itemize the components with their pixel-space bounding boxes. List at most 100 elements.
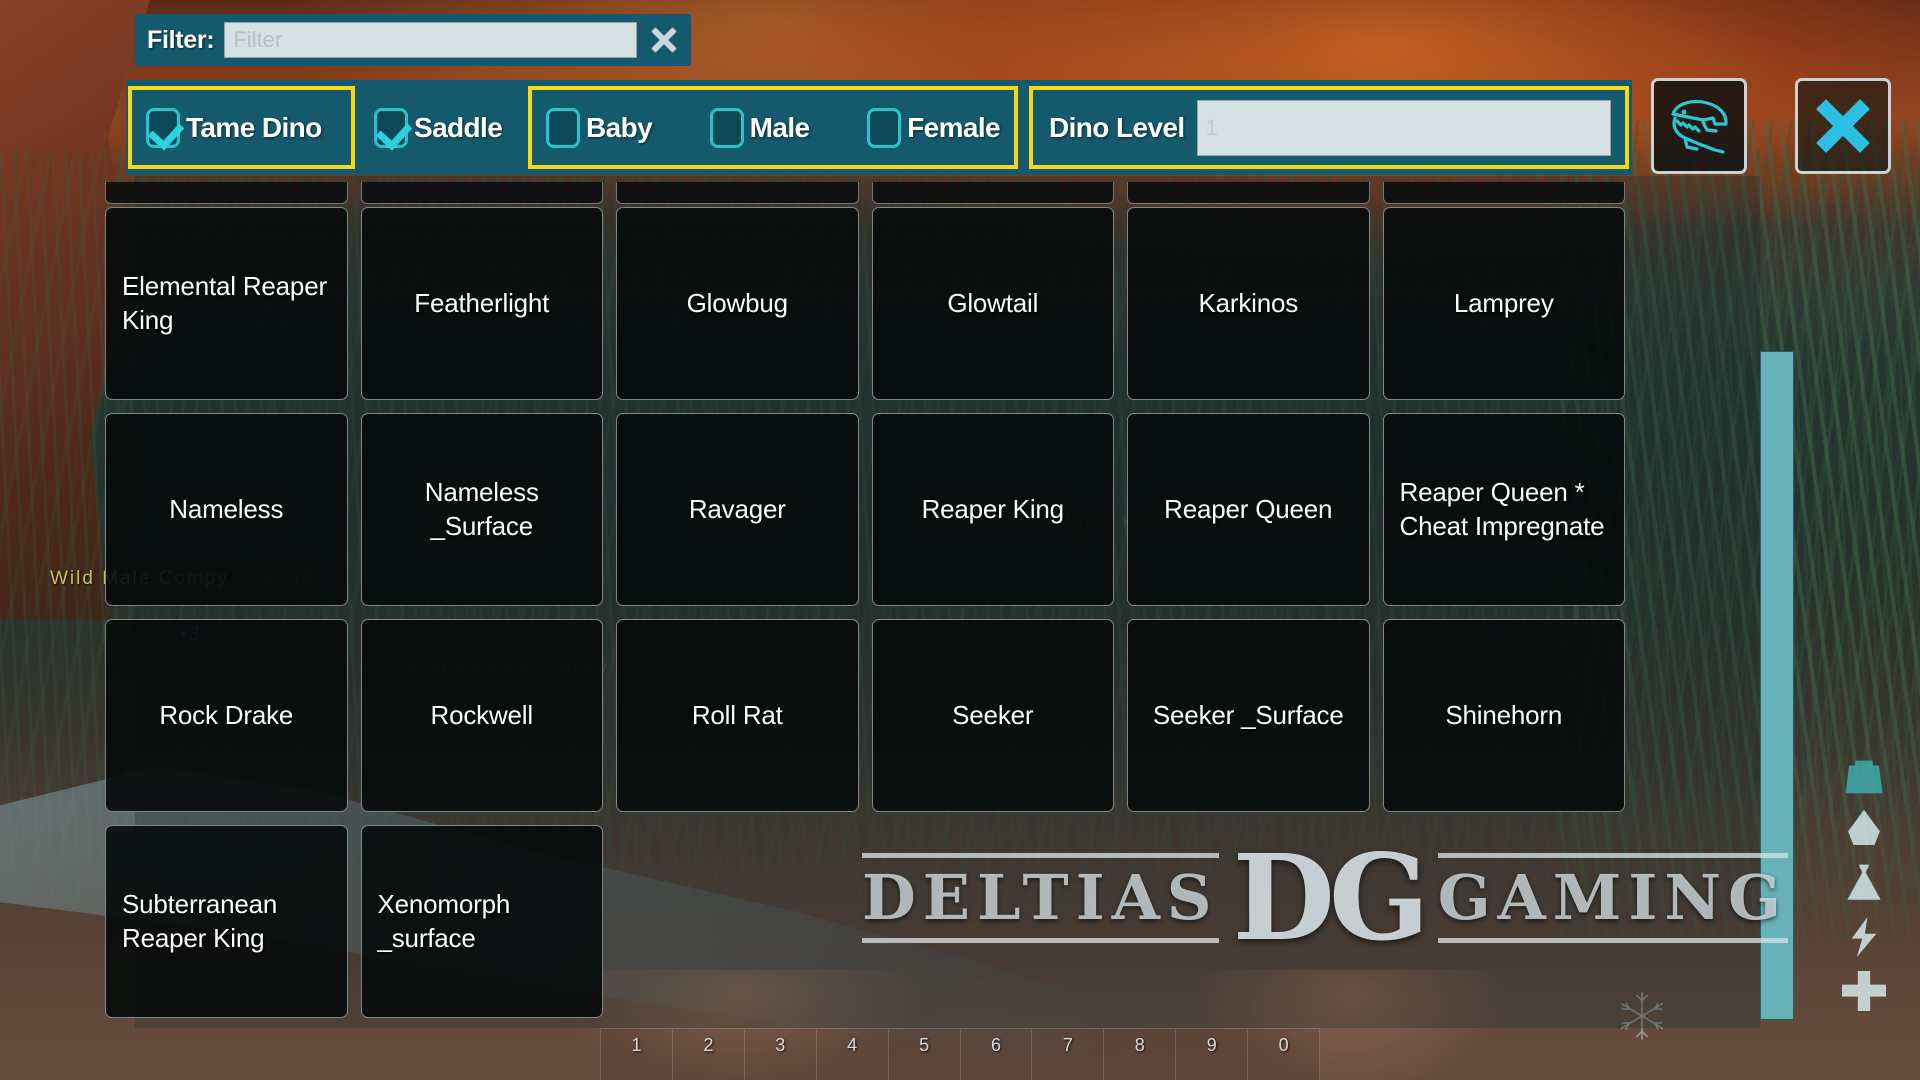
backpack-weight-icon — [1845, 760, 1883, 794]
gender-age-group[interactable]: Baby Male Female — [528, 86, 1018, 169]
hotbar: 1 2 3 4 5 6 7 8 9 0 — [600, 1028, 1321, 1080]
dino-cell[interactable]: Elemental Reaper King — [105, 207, 348, 400]
checkbox-male[interactable]: Male — [709, 107, 810, 148]
dino-cell[interactable]: Subterranean Reaper King — [105, 825, 348, 1018]
hotbar-slot-number: 3 — [775, 1035, 786, 1055]
hotbar-slot-number: 2 — [703, 1035, 714, 1055]
dino-cell[interactable]: Nameless — [105, 413, 348, 606]
dino-grid: Elemental Reaper King Featherlight Glowbug… — [105, 207, 1625, 1018]
food-sack-icon — [1847, 864, 1881, 900]
checkbox-female-box[interactable] — [867, 107, 902, 148]
dino-cell-label: Seeker _Surface — [1152, 699, 1344, 730]
dino-cell-label: Reaper King — [921, 493, 1065, 524]
dino-cell-label: Shinehorn — [1445, 699, 1563, 730]
game-screen: Wild Male Compy Lvl 45 +3 Wild Female Co… — [0, 0, 1920, 1080]
water-drop-icon — [1848, 809, 1880, 845]
scrollbar-thumb[interactable] — [1760, 351, 1794, 1020]
dino-cell-label: Featherlight — [414, 287, 550, 318]
dino-cell-clipped[interactable] — [1382, 182, 1625, 204]
dino-cell-label: Elemental Reaper King — [122, 270, 327, 335]
dino-cell[interactable]: Glowbug — [616, 207, 859, 400]
dino-cell[interactable]: Rockwell — [360, 619, 603, 812]
checkbox-baby[interactable]: Baby — [546, 107, 653, 148]
dino-cell-label: Reaper Queen — [1164, 493, 1333, 524]
dino-cell-label: Nameless — [169, 493, 284, 524]
hotbar-slot[interactable]: 6 — [959, 1028, 1032, 1080]
close-x-icon — [1812, 95, 1874, 157]
dino-cell[interactable]: Reaper Queen * Cheat Impregnate — [1382, 413, 1625, 606]
dino-cell[interactable]: Glowtail — [871, 207, 1114, 400]
dino-level-input[interactable] — [1196, 99, 1611, 156]
hotbar-slot[interactable]: 9 — [1175, 1028, 1248, 1080]
dino-cell-clipped[interactable] — [105, 182, 348, 204]
dino-level-label: Dino Level — [1049, 111, 1185, 143]
checkbox-saddle-label: Saddle — [414, 111, 503, 143]
dino-cell-label: Glowtail — [947, 287, 1039, 318]
checkbox-female-label: Female — [907, 111, 1001, 143]
checkbox-tame-dino[interactable]: Tame Dino — [146, 107, 322, 148]
checkbox-tame-dino-box[interactable] — [146, 107, 180, 148]
dino-cell-label: Glowbug — [686, 287, 788, 318]
hotbar-slot-number: 5 — [919, 1035, 930, 1055]
dino-cell[interactable]: Seeker — [871, 619, 1114, 812]
hotbar-slot[interactable]: 0 — [1247, 1028, 1321, 1080]
hotbar-slot-number: 6 — [990, 1035, 1001, 1055]
hotbar-slot[interactable]: 1 — [600, 1028, 672, 1080]
hotbar-slot[interactable]: 4 — [815, 1028, 888, 1080]
hotbar-slot-number: 1 — [631, 1035, 642, 1055]
dino-cell[interactable]: Ravager — [616, 413, 859, 606]
saddle-group[interactable]: Saddle — [374, 86, 539, 169]
dino-cell[interactable]: Nameless _Surface — [360, 413, 603, 606]
dino-cell[interactable]: Karkinos — [1127, 207, 1370, 400]
stamina-bolt-icon — [1851, 917, 1877, 957]
checkbox-saddle-box[interactable] — [374, 107, 408, 148]
dino-cell[interactable]: Reaper King — [871, 413, 1114, 606]
checkbox-tame-dino-label: Tame Dino — [186, 111, 322, 143]
dino-cell-label: Subterranean Reaper King — [122, 888, 278, 953]
hotbar-slot[interactable]: 8 — [1103, 1028, 1176, 1080]
hotbar-slot-number: 4 — [847, 1035, 858, 1055]
dino-grid-clipped-row — [105, 182, 1625, 204]
hotbar-slot[interactable]: 2 — [671, 1028, 744, 1080]
dino-cell[interactable]: Xenomorph _surface — [360, 825, 603, 1018]
dino-cell[interactable]: Rock Drake — [105, 619, 348, 812]
hotbar-slot-number: 0 — [1278, 1035, 1289, 1055]
checkbox-baby-box[interactable] — [546, 107, 580, 148]
checkbox-saddle[interactable]: Saddle — [374, 107, 503, 148]
dino-cell[interactable]: Reaper Queen — [1127, 413, 1370, 606]
tame-dino-group[interactable]: Tame Dino — [128, 86, 355, 169]
dino-cell-clipped[interactable] — [871, 182, 1114, 204]
dino-cell[interactable]: Shinehorn — [1382, 619, 1625, 812]
hotbar-slot[interactable]: 3 — [743, 1028, 816, 1080]
dino-cell-label: Rockwell — [430, 699, 534, 730]
search-input[interactable] — [224, 22, 637, 58]
hotbar-slot[interactable]: 7 — [1031, 1028, 1104, 1080]
dino-cell-label: Rock Drake — [159, 699, 294, 730]
dino-cell-label: Nameless _Surface — [424, 476, 539, 541]
hotbar-slot[interactable]: 5 — [887, 1028, 960, 1080]
dino-cell[interactable]: Roll Rat — [616, 619, 859, 812]
filter-label: Filter: — [147, 25, 215, 54]
checkbox-female[interactable]: Female — [867, 107, 1001, 148]
dino-cell[interactable]: Featherlight — [360, 207, 603, 400]
clear-filter-icon[interactable] — [647, 23, 681, 57]
dino-cell-clipped[interactable] — [360, 182, 603, 204]
dino-cell-label: Reaper Queen * Cheat Impregnate — [1399, 476, 1605, 541]
checkbox-male-label: Male — [749, 111, 810, 143]
dino-cell-clipped[interactable] — [1127, 182, 1370, 204]
dino-cell-label: Karkinos — [1198, 287, 1299, 318]
hotbar-slot-number: 8 — [1134, 1035, 1145, 1055]
hotbar-slot-number: 9 — [1206, 1035, 1217, 1055]
dino-cell-label: Ravager — [688, 493, 786, 524]
dino-cell-label: Xenomorph _surface — [377, 888, 511, 953]
close-button[interactable] — [1795, 78, 1891, 174]
dino-cell-clipped[interactable] — [616, 182, 859, 204]
dino-level-group[interactable]: Dino Level — [1029, 86, 1629, 169]
dino-cell[interactable]: Seeker _Surface — [1127, 619, 1370, 812]
dinosaur-head-icon — [1671, 99, 1728, 154]
dino-cell-label: Roll Rat — [691, 699, 783, 730]
dinosaur-head-button[interactable] — [1651, 78, 1747, 174]
checkbox-male-box[interactable] — [709, 107, 744, 148]
dino-cell[interactable]: Lamprey — [1382, 207, 1625, 400]
health-cross-icon — [1842, 971, 1886, 1011]
